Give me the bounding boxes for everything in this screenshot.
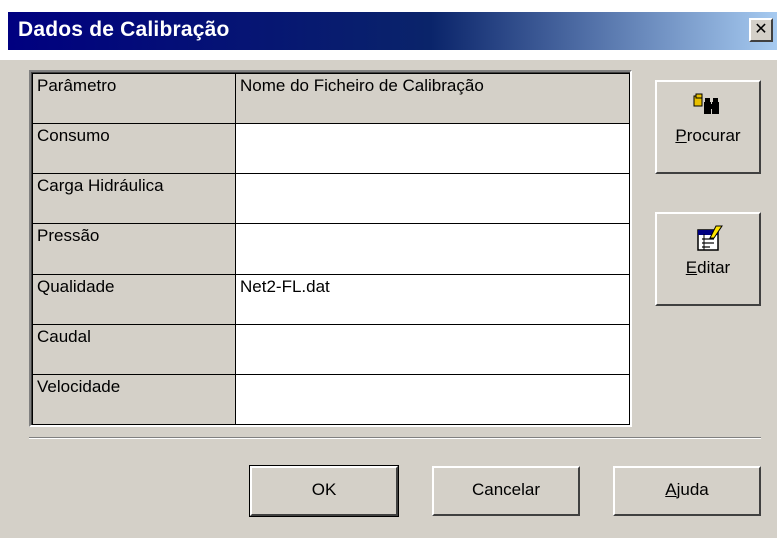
browse-button[interactable]: Procurar [655, 80, 761, 174]
row-label-qualidade: Qualidade [32, 273, 236, 325]
help-button[interactable]: Ajuda [613, 466, 761, 516]
title-bar-caption[interactable]: Dados de Calibração ✕ [8, 12, 777, 50]
column-header-parameter: Parâmetro [32, 72, 236, 125]
table-row: Consumo [32, 123, 630, 175]
edit-button[interactable]: Editar [655, 212, 761, 306]
file-cell-pressao[interactable] [235, 223, 630, 275]
grid-header-row: Parâmetro Nome do Ficheiro de Calibração [32, 72, 630, 125]
calibration-grid: Parâmetro Nome do Ficheiro de Calibração… [29, 70, 632, 427]
edit-button-label: Editar [685, 258, 731, 277]
cancel-button[interactable]: Cancelar [432, 466, 580, 516]
help-button-label: Ajuda [665, 480, 709, 499]
close-icon: ✕ [754, 21, 768, 38]
ok-button[interactable]: OK [249, 465, 399, 517]
close-button[interactable]: ✕ [749, 18, 773, 42]
table-row: Caudal [32, 323, 630, 375]
file-cell-consumo[interactable] [235, 123, 630, 175]
window-title: Dados de Calibração [18, 18, 230, 41]
calibration-data-dialog: Dados de Calibração ✕ Parâmetro Nome do … [0, 0, 777, 538]
separator [29, 437, 761, 439]
row-label-carga-hidraulica: Carga Hidráulica [32, 173, 236, 225]
row-label-velocidade: Velocidade [32, 373, 236, 426]
table-row: Velocidade [32, 373, 630, 426]
file-cell-caudal[interactable] [235, 323, 630, 375]
title-bar: Dados de Calibração ✕ [0, 0, 777, 60]
file-cell-carga-hidraulica[interactable] [235, 173, 630, 225]
edit-notebook-icon [697, 225, 723, 251]
column-header-file-name: Nome do Ficheiro de Calibração [235, 72, 630, 125]
file-cell-qualidade[interactable]: Net2-FL.dat [235, 273, 630, 325]
binoculars-icon [693, 93, 719, 114]
table-row: Pressão [32, 223, 630, 275]
file-cell-velocidade[interactable] [235, 373, 630, 426]
table-row: Carga Hidráulica [32, 173, 630, 225]
row-label-consumo: Consumo [32, 123, 236, 175]
browse-button-label: Procurar [675, 126, 741, 145]
table-row: Qualidade Net2-FL.dat [32, 273, 630, 325]
row-label-caudal: Caudal [32, 323, 236, 375]
row-label-pressao: Pressão [32, 223, 236, 275]
